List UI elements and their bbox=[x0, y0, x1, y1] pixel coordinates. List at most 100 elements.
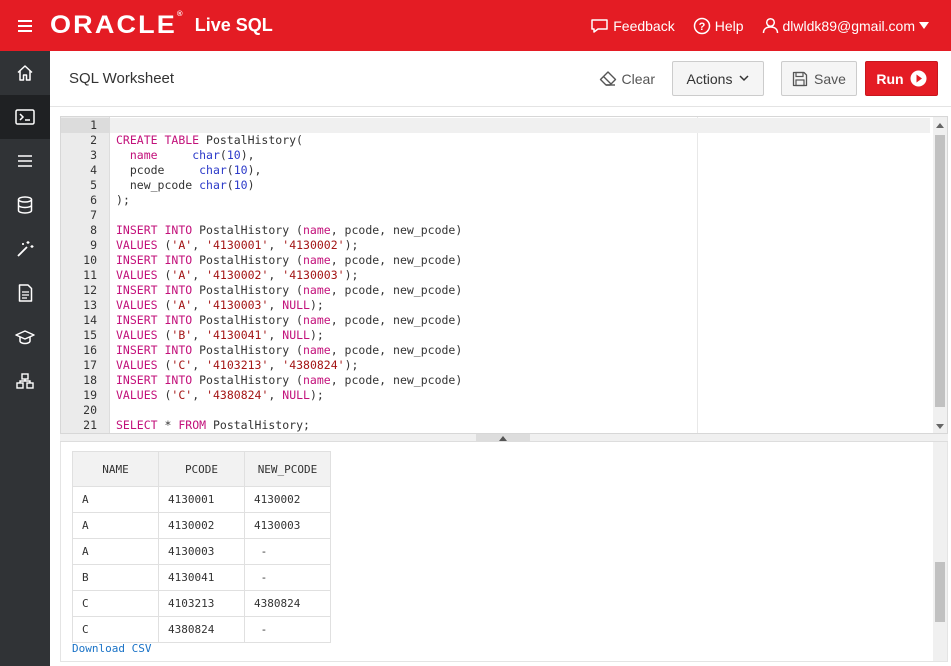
run-button[interactable]: Run bbox=[865, 61, 938, 96]
code-line[interactable]: 5 new_pcode char(10) bbox=[61, 178, 931, 193]
code-line[interactable]: 12 INSERT INTO PostalHistory (name, pcode… bbox=[61, 283, 931, 298]
user-email: dlwldk89@gmail.com bbox=[782, 17, 915, 34]
code-line[interactable]: 7 bbox=[61, 208, 931, 223]
code-line[interactable]: 21 SELECT * FROM PostalHistory; bbox=[61, 418, 931, 433]
code-line[interactable]: 18 INSERT INTO PostalHistory (name, pcode… bbox=[61, 373, 931, 388]
collapse-handle[interactable] bbox=[476, 434, 530, 442]
user-menu[interactable]: dlwldk89@gmail.com bbox=[762, 17, 929, 34]
help-link[interactable]: ? Help bbox=[693, 17, 744, 35]
actions-menu-button[interactable]: Actions bbox=[672, 61, 764, 96]
feedback-label: Feedback bbox=[613, 17, 675, 34]
code-line[interactable]: 11 VALUES ('A', '4130002', '4130003'); bbox=[61, 268, 931, 283]
sidebar bbox=[0, 51, 50, 666]
code-line[interactable]: 10 INSERT INTO PostalHistory (name, pcode… bbox=[61, 253, 931, 268]
brand[interactable]: ORACLE® Live SQL bbox=[50, 11, 273, 40]
line-number: 17 bbox=[83, 358, 97, 372]
code-line[interactable]: 6); bbox=[61, 193, 931, 208]
caret-up-icon bbox=[499, 435, 507, 441]
code-text[interactable] bbox=[110, 118, 930, 133]
results-scrollbar[interactable] bbox=[933, 442, 947, 661]
worksheet-header: SQL Worksheet Clear Actions Save Run bbox=[50, 51, 951, 107]
editor-scrollbar[interactable] bbox=[933, 117, 947, 433]
pane-splitter[interactable] bbox=[60, 434, 948, 442]
sidebar-item-sql-worksheet[interactable] bbox=[0, 95, 50, 139]
code-line[interactable]: 2 CREATE TABLE PostalHistory( bbox=[61, 133, 931, 148]
results-table: NAME PCODE NEW_PCODE A 4130001 4130002 A 41300… bbox=[72, 451, 331, 643]
code-text[interactable]: CREATE TABLE PostalHistory( bbox=[110, 133, 303, 148]
code-text[interactable]: ); bbox=[110, 193, 130, 208]
code-line[interactable]: 1 bbox=[61, 118, 931, 133]
code-area[interactable]: 1 2 CREATE TABLE PostalHistory(3 name char… bbox=[61, 118, 931, 433]
hierarchy-icon bbox=[16, 373, 34, 389]
table-row: C 4380824 - bbox=[72, 616, 331, 643]
code-line[interactable]: 17 VALUES ('C', '4103213', '4380824'); bbox=[61, 358, 931, 373]
code-line[interactable]: 20 bbox=[61, 403, 931, 418]
table-cell: 4103213 bbox=[158, 590, 245, 617]
code-line[interactable]: 9 VALUES ('A', '4130001', '4130002'); bbox=[61, 238, 931, 253]
code-text[interactable]: INSERT INTO PostalHistory (name, pcode, … bbox=[110, 373, 462, 388]
code-text[interactable]: VALUES ('C', '4103213', '4380824'); bbox=[110, 358, 358, 373]
clear-button[interactable]: Clear bbox=[599, 71, 655, 87]
code-text[interactable]: name char(10), bbox=[110, 148, 255, 163]
code-text[interactable] bbox=[110, 208, 116, 223]
sidebar-item-home[interactable] bbox=[0, 51, 50, 95]
sidebar-item-code-library[interactable] bbox=[0, 359, 50, 403]
results-pane: NAME PCODE NEW_PCODE A 4130001 4130002 A 41300… bbox=[60, 442, 948, 662]
feedback-link[interactable]: Feedback bbox=[590, 17, 675, 34]
code-line[interactable]: 13 VALUES ('A', '4130003', NULL); bbox=[61, 298, 931, 313]
table-row: B 4130041 - bbox=[72, 564, 331, 591]
menu-icon[interactable] bbox=[0, 0, 50, 51]
code-text[interactable]: INSERT INTO PostalHistory (name, pcode, … bbox=[110, 283, 462, 298]
scroll-down-icon[interactable] bbox=[936, 424, 944, 429]
main-area: SQL Worksheet Clear Actions Save Run 12C… bbox=[50, 51, 951, 666]
code-text[interactable]: INSERT INTO PostalHistory (name, pcode, … bbox=[110, 343, 462, 358]
column-header: NEW_PCODE bbox=[244, 451, 331, 487]
run-label: Run bbox=[876, 70, 904, 87]
column-header: NAME bbox=[72, 451, 159, 487]
code-text[interactable]: VALUES ('C', '4380824', NULL); bbox=[110, 388, 324, 403]
code-line[interactable]: 19 VALUES ('C', '4380824', NULL); bbox=[61, 388, 931, 403]
help-icon: ? bbox=[693, 17, 710, 34]
code-text[interactable]: INSERT INTO PostalHistory (name, pcode, … bbox=[110, 223, 462, 238]
results-scroll-thumb[interactable] bbox=[935, 562, 945, 622]
code-line[interactable]: 4 pcode char(10), bbox=[61, 163, 931, 178]
editor-scroll-thumb[interactable] bbox=[935, 135, 945, 407]
sidebar-item-my-tutorials[interactable] bbox=[0, 315, 50, 359]
code-text[interactable]: pcode char(10), bbox=[110, 163, 262, 178]
sidebar-item-sessions[interactable] bbox=[0, 139, 50, 183]
database-icon bbox=[17, 196, 33, 214]
chevron-down-icon bbox=[739, 75, 749, 82]
sidebar-item-my-scripts[interactable] bbox=[0, 271, 50, 315]
table-cell: A bbox=[72, 512, 159, 539]
clear-label: Clear bbox=[621, 70, 655, 87]
code-text[interactable]: INSERT INTO PostalHistory (name, pcode, … bbox=[110, 313, 462, 328]
download-csv-link[interactable]: Download CSV bbox=[72, 642, 151, 655]
scroll-up-icon[interactable] bbox=[936, 123, 944, 128]
code-text[interactable]: VALUES ('B', '4130041', NULL); bbox=[110, 328, 324, 343]
sql-editor[interactable]: 1 2 CREATE TABLE PostalHistory(3 name char… bbox=[60, 116, 948, 434]
code-line[interactable]: 3 name char(10), bbox=[61, 148, 931, 163]
code-text[interactable]: VALUES ('A', '4130002', '4130003'); bbox=[110, 268, 358, 283]
table-cell: 4380824 bbox=[244, 590, 331, 617]
code-text[interactable]: VALUES ('A', '4130001', '4130002'); bbox=[110, 238, 358, 253]
code-line[interactable]: 16 INSERT INTO PostalHistory (name, pcode… bbox=[61, 343, 931, 358]
code-text[interactable] bbox=[110, 403, 116, 418]
code-text[interactable]: new_pcode char(10) bbox=[110, 178, 255, 193]
code-line[interactable]: 15 VALUES ('B', '4130041', NULL); bbox=[61, 328, 931, 343]
code-line[interactable]: 14 INSERT INTO PostalHistory (name, pcode… bbox=[61, 313, 931, 328]
code-text[interactable]: SELECT * FROM PostalHistory; bbox=[110, 418, 310, 433]
table-row: A 4130001 4130002 bbox=[72, 486, 331, 513]
code-line[interactable]: 8 INSERT INTO PostalHistory (name, pcode,… bbox=[61, 223, 931, 238]
caret-down-icon bbox=[919, 21, 929, 29]
table-cell: A bbox=[72, 538, 159, 565]
sidebar-item-quick-sql[interactable] bbox=[0, 227, 50, 271]
speech-bubble-icon bbox=[591, 18, 608, 33]
save-button[interactable]: Save bbox=[781, 61, 857, 96]
table-cell: 4130041 bbox=[158, 564, 245, 591]
line-number: 9 bbox=[90, 238, 97, 252]
code-text[interactable]: VALUES ('A', '4130003', NULL); bbox=[110, 298, 324, 313]
code-text[interactable]: INSERT INTO PostalHistory (name, pcode, … bbox=[110, 253, 462, 268]
table-cell: 4130002 bbox=[244, 486, 331, 513]
table-cell: - bbox=[244, 564, 331, 591]
sidebar-item-schema[interactable] bbox=[0, 183, 50, 227]
